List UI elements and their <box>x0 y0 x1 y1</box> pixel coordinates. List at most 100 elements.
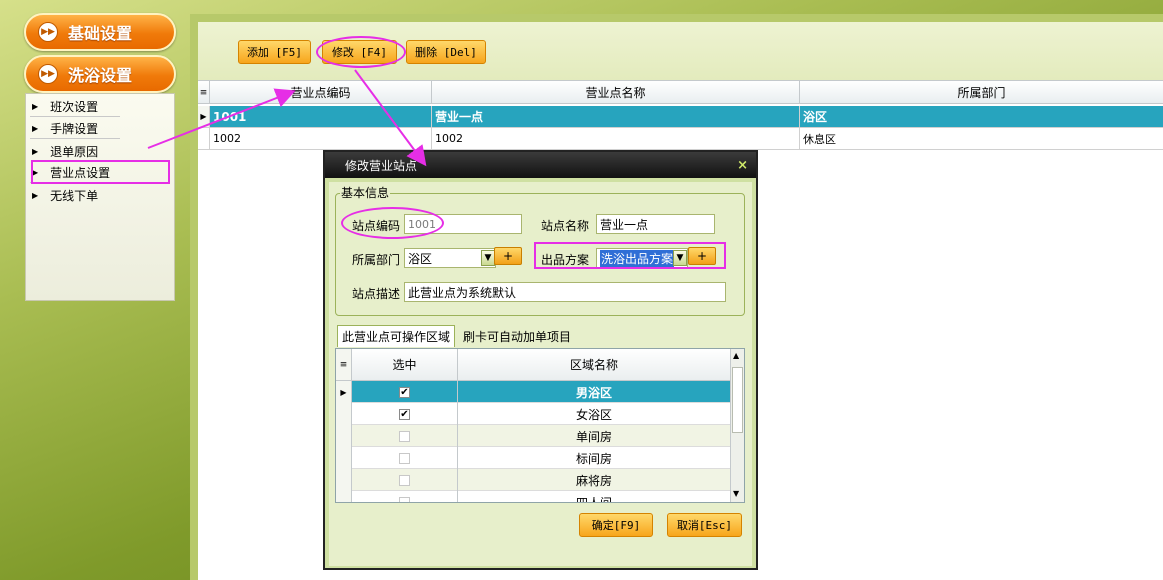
add-button[interactable]: 添加 [F5] <box>238 40 311 64</box>
nav-section-basic[interactable]: ▶▶ 基础设置 <box>24 13 176 51</box>
desc-input[interactable]: 此营业点为系统默认 <box>404 282 726 302</box>
close-icon[interactable]: × <box>737 158 748 173</box>
dept-select-value: 浴区 <box>408 251 433 266</box>
desc-label: 站点描述 <box>352 287 401 301</box>
cell-code: 1001 <box>209 106 431 128</box>
table-row[interactable]: ▶ 1001 营业一点 浴区 <box>198 106 1163 128</box>
area-name: 单间房 <box>575 429 612 444</box>
cell-name: 营业一点 <box>431 106 799 128</box>
chevron-down-icon[interactable]: ▼ <box>673 250 687 266</box>
checkbox-cell <box>352 425 458 447</box>
row-indicator-header-icon: ≡ <box>199 87 208 98</box>
triangle-right-icon: ▶ <box>32 190 39 200</box>
row-indicator <box>198 128 209 150</box>
nav-item-business-point[interactable]: ▶ 营业点设置 <box>30 163 120 183</box>
vertical-scrollbar[interactable]: ▲ ▼ <box>730 349 744 502</box>
row-indicator <box>336 403 352 425</box>
station-code-input[interactable]: 1001 <box>404 214 522 234</box>
plan-select-value: 洗浴出品方案 <box>600 249 675 267</box>
row-indicator <box>336 469 352 491</box>
checkbox-cell: ✔ <box>352 381 458 403</box>
nav-item-label: 手牌设置 <box>50 122 99 136</box>
chevron-down-icon[interactable]: ▼ <box>481 250 495 266</box>
row-pointer-icon: ▶ <box>336 381 352 403</box>
plan-label: 出品方案 <box>541 253 590 267</box>
tab-auto-add-items[interactable]: 刷卡可自动加单项目 <box>459 325 575 347</box>
area-grid-header: ≡ 选中 区域名称 <box>336 349 730 381</box>
grid-header: ≡ 营业点编码 营业点名称 所属部门 <box>198 80 1163 104</box>
area-name: 麻将房 <box>575 473 612 488</box>
checkbox[interactable] <box>399 430 410 442</box>
station-name-input[interactable]: 营业一点 <box>596 214 715 234</box>
ok-button[interactable]: 确定[F9] <box>579 513 653 537</box>
table-row[interactable]: 标间房 <box>336 447 730 469</box>
column-header-area-name[interactable]: 区域名称 <box>458 349 730 380</box>
checkbox-cell <box>352 491 458 502</box>
checkbox[interactable] <box>399 496 410 502</box>
nav-item-shift[interactable]: ▶ 班次设置 <box>30 97 120 117</box>
triangle-right-icon: ▶ <box>32 124 39 133</box>
delete-button[interactable]: 删除 [Del] <box>406 40 486 64</box>
cell-name: 1002 <box>431 128 799 150</box>
nav-section-label: 洗浴设置 <box>68 66 133 85</box>
row-pointer-icon: ▶ <box>198 106 209 128</box>
scroll-thumb[interactable] <box>732 367 743 433</box>
cancel-button[interactable]: 取消[Esc] <box>667 513 742 537</box>
table-row[interactable]: 单间房 <box>336 425 730 447</box>
station-name-label: 站点名称 <box>541 219 590 233</box>
triangle-right-icon: ▶ <box>32 146 39 156</box>
column-header-name[interactable]: 营业点名称 <box>431 81 799 104</box>
dialog-title-bar[interactable]: 修改营业站点 × <box>325 152 756 178</box>
nav-item-label: 无线下单 <box>50 188 99 203</box>
nav-item-label: 班次设置 <box>50 100 99 114</box>
checkbox[interactable]: ✔ <box>399 408 410 420</box>
basic-info-legend: 基本信息 <box>340 184 391 201</box>
nav-item-wristband[interactable]: ▶ 手牌设置 <box>30 119 120 139</box>
table-row[interactable]: 四人间 <box>336 491 730 503</box>
add-plan-button[interactable]: + <box>688 247 716 265</box>
area-grid: ≡ 选中 区域名称 ▶ ✔ 男浴区 ✔ 女浴区 单间房 标间房 麻将房 四人间 … <box>335 348 745 503</box>
nav-item-label: 营业点设置 <box>50 166 111 180</box>
add-dept-button[interactable]: + <box>494 247 522 265</box>
triangle-right-icon: ▶ <box>32 168 39 177</box>
checkbox[interactable] <box>399 474 410 486</box>
station-code-label: 站点编码 <box>352 219 401 233</box>
table-row[interactable]: ✔ 女浴区 <box>336 403 730 425</box>
scroll-up-icon[interactable]: ▲ <box>733 351 739 360</box>
area-name: 男浴区 <box>575 385 612 400</box>
nav-section-label: 基础设置 <box>68 24 133 43</box>
checkbox-cell: ✔ <box>352 403 458 425</box>
nav-item-wireless-order[interactable]: ▶ 无线下单 <box>30 185 120 205</box>
triangle-right-icon: ▶ <box>32 102 39 111</box>
tab-operable-areas[interactable]: 此营业点可操作区域 <box>337 325 456 347</box>
column-header-selected[interactable]: 选中 <box>352 349 458 380</box>
checkbox-cell <box>352 447 458 469</box>
nav-item-refund-reason[interactable]: ▶ 退单原因 <box>30 141 120 161</box>
area-name: 女浴区 <box>575 407 612 422</box>
column-header-dept[interactable]: 所属部门 <box>799 81 1163 104</box>
edit-button[interactable]: 修改 [F4] <box>322 40 397 64</box>
checkbox[interactable]: ✔ <box>399 386 410 398</box>
nav-item-label: 退单原因 <box>50 144 99 159</box>
area-name: 标间房 <box>575 451 612 466</box>
chevron-right-icon: ▶▶ <box>38 22 58 42</box>
chevron-down-icon: ▶▶ <box>38 64 58 84</box>
table-row[interactable]: ▶ ✔ 男浴区 <box>336 381 730 403</box>
table-row[interactable]: 1002 1002 休息区 <box>198 128 1163 150</box>
checkbox-cell <box>352 469 458 491</box>
row-indicator-header-icon: ≡ <box>336 349 352 380</box>
row-indicator <box>336 425 352 447</box>
dept-label: 所属部门 <box>352 253 401 267</box>
table-row[interactable]: 麻将房 <box>336 469 730 491</box>
area-name: 四人间 <box>575 496 612 503</box>
dialog-title: 修改营业站点 <box>345 158 418 173</box>
row-indicator <box>336 491 352 502</box>
scroll-down-icon[interactable]: ▼ <box>733 489 739 498</box>
cell-dept: 浴区 <box>799 106 1163 128</box>
row-indicator <box>336 447 352 469</box>
cell-code: 1002 <box>209 128 431 150</box>
cell-dept: 休息区 <box>799 128 1163 150</box>
nav-section-bath[interactable]: ▶▶ 洗浴设置 <box>24 55 176 93</box>
column-header-code[interactable]: 营业点编码 <box>209 81 431 104</box>
checkbox[interactable] <box>399 452 410 464</box>
